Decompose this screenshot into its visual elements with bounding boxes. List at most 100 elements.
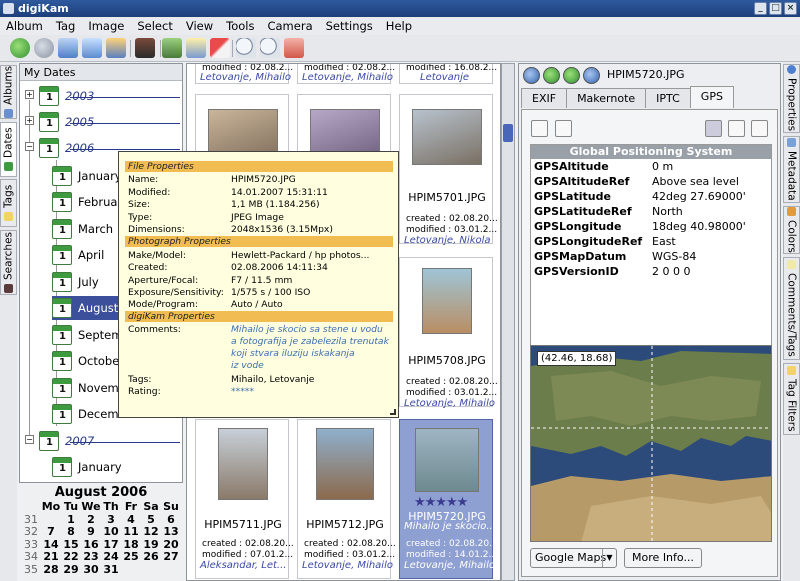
rating-stars-icon[interactable]: ★★★★★ [414,495,468,510]
thumbnail-item-selected[interactable]: ★★★★★ HPIM5720.JPG Mihailo je skocio... … [399,419,498,579]
calendar-day[interactable]: 14 [41,538,61,552]
calendar-day[interactable] [141,564,161,577]
tab-makernote[interactable]: Makernote [566,88,647,108]
first-image-icon[interactable] [523,67,540,84]
save-icon[interactable] [705,120,722,137]
month-october-2006[interactable]: October [52,349,124,373]
maximize-icon[interactable]: □ [769,2,782,15]
edit-image-icon[interactable] [186,38,206,58]
thumbnail-item[interactable]: HPIM5708.JPG created : 02.08.20... modif… [399,257,498,409]
month-july-2006[interactable]: July [52,270,99,294]
map-service-select[interactable]: Google Maps ▼ [530,548,617,568]
calendar-day[interactable]: 24 [101,551,121,564]
tab-gps[interactable]: GPS [689,86,734,108]
calendar-day[interactable]: 26 [141,551,161,564]
menu-camera[interactable]: Camera [267,17,312,35]
month-january-2006[interactable]: January [52,164,122,188]
calendar-day[interactable]: 10 [101,526,121,539]
zoom-out-icon[interactable] [260,38,280,58]
view-image-icon[interactable] [162,38,182,58]
calendar-day[interactable]: 21 [41,551,61,564]
thumbnail-item[interactable]: HPIM5711.JPG created : 02.08.20... modif… [195,419,294,579]
calendar-day[interactable]: 8 [61,526,81,539]
tab-dates[interactable]: Dates [0,122,17,177]
minimize-icon[interactable]: _ [754,2,767,15]
calendar-day[interactable]: 12 [141,526,161,539]
calendar-day[interactable]: 20 [161,538,181,552]
calendar-day[interactable]: 28 [41,563,61,577]
tab-iptc[interactable]: IPTC [645,88,691,108]
calendar-day[interactable]: 30 [81,563,101,577]
tab-tags[interactable]: Tags [0,179,17,227]
year-2005[interactable]: 2005 [39,110,94,134]
new-document-icon[interactable] [531,120,548,137]
calendar-day[interactable]: 16 [81,538,101,552]
expand-icon[interactable]: + [25,116,34,125]
scrollbar-handle[interactable] [503,124,513,142]
calendar-day[interactable]: 27 [161,551,181,564]
calendar-day[interactable]: 19 [141,538,161,552]
thumbnail-item[interactable]: modified : 16.08.2... Letovanje [399,64,497,84]
menu-help[interactable]: Help [386,17,412,35]
calendar-day[interactable] [41,514,61,527]
thumbnail-scrollbar[interactable] [501,63,515,581]
tab-metadata[interactable]: Metadata [783,136,800,203]
calendar-day[interactable]: 4 [121,513,141,527]
tab-albums[interactable]: Albums [0,65,17,119]
year-2007[interactable]: 2007 [39,429,94,453]
zoom-in-icon[interactable] [236,38,256,58]
calendar-day[interactable]: 25 [121,551,141,564]
calendar-day[interactable] [121,564,141,577]
thumbnail-item[interactable]: modified : 02.08.2... Letovanje, Mihailo [297,64,395,84]
calendar-day[interactable]: 1 [61,513,81,527]
month-january-2007[interactable]: January [52,455,122,479]
new-album-icon[interactable] [58,38,78,58]
light-table-icon[interactable] [210,38,230,58]
copy-icon[interactable] [751,120,768,137]
tab-colors[interactable]: Colors [783,206,800,254]
tab-searches[interactable]: Searches [0,230,17,295]
calendar-day[interactable]: 2 [81,513,101,527]
expand-icon[interactable]: + [25,90,34,99]
calendar-day[interactable]: 23 [81,551,101,564]
thumbnail-item[interactable]: HPIM5701.JPG created : 02.08.20... modif… [399,94,498,246]
menu-view[interactable]: View [186,17,213,35]
menu-settings[interactable]: Settings [326,17,373,35]
home-icon[interactable] [284,38,304,58]
last-image-icon[interactable] [583,67,600,84]
print-icon[interactable] [728,120,745,137]
gps-map[interactable]: (42.46, 18.68) [530,345,772,542]
next-image-icon[interactable] [563,67,580,84]
year-2006[interactable]: 2006 [39,136,94,160]
tab-comments-tags[interactable]: Comments/Tags [783,257,800,360]
calendar-day[interactable]: 13 [161,526,181,539]
calendar-day[interactable]: 11 [121,526,141,539]
thumbnail-item[interactable]: modified : 02.08.2... Letovanje, Mihailo [195,64,293,84]
delete-album-icon[interactable] [106,38,126,58]
tab-exif[interactable]: EXIF [521,88,568,108]
month-march-2006[interactable]: March [52,217,113,241]
year-2003[interactable]: 2003 [39,84,94,108]
calendar-day[interactable]: 22 [61,551,81,564]
month-august-2006[interactable]: August [52,296,125,320]
collapse-icon[interactable]: − [25,435,34,444]
more-info-button[interactable]: More Info... [624,548,702,568]
calendar-day[interactable]: 3 [101,513,121,527]
calendar-day[interactable]: 7 [41,526,61,539]
menu-tag[interactable]: Tag [56,17,75,35]
forward-icon[interactable] [34,38,54,58]
menu-album[interactable]: Album [6,17,43,35]
calendar-day[interactable]: 17 [101,538,121,552]
calendar-day[interactable]: 31 [101,563,121,577]
calendar-day[interactable]: 15 [61,538,81,552]
tab-properties[interactable]: Properties [783,64,800,133]
search-binoculars-icon[interactable] [135,38,155,58]
back-icon[interactable] [10,38,30,58]
tab-tag-filters[interactable]: Tag Filters [783,363,800,435]
calendar-day[interactable]: 5 [141,513,161,527]
menu-image[interactable]: Image [88,17,124,35]
calendar-day[interactable]: 18 [121,538,141,552]
month-april-2006[interactable]: April [52,243,104,267]
calendar-day[interactable]: 9 [81,526,101,539]
calendar-day[interactable]: 29 [61,563,81,577]
